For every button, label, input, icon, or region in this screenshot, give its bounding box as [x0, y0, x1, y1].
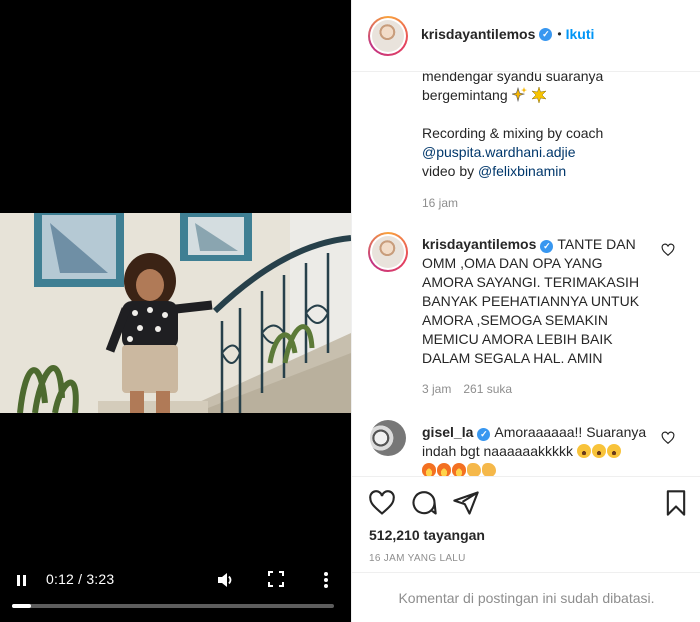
author-avatar[interactable]: [368, 16, 408, 56]
pause-icon[interactable]: [10, 570, 32, 590]
author-username[interactable]: krisdayantilemos: [421, 26, 535, 42]
comment-item: krisdayantilemos ✓ TANTE DAN OMM ,OMA DAN …: [422, 235, 654, 368]
post-timestamp: 16 JAM YANG LALU: [369, 553, 466, 564]
astonished-face-icon: [576, 444, 591, 458]
heart-icon[interactable]: [661, 243, 675, 257]
mention-link[interactable]: @puspita.wardhani.adjie: [422, 143, 576, 162]
video-progress-bar[interactable]: [12, 604, 334, 608]
fullscreen-icon[interactable]: [266, 569, 286, 589]
comments-list[interactable]: mendengar syandu suaranya bergemintang R…: [352, 72, 700, 476]
caption-text: video by: [422, 163, 479, 179]
caption-line: mendengar syandu suaranya: [422, 72, 604, 84]
volume-icon[interactable]: [214, 569, 236, 591]
post-actions: 512,210 tayangan 16 JAM YANG LALU: [352, 476, 700, 572]
comments-disabled-notice: Komentar di postingan ini sudah dibatasi…: [352, 572, 700, 622]
clapping-hands-icon: [482, 463, 496, 476]
clapping-hands-icon: [467, 463, 481, 476]
fire-icon: [452, 463, 466, 476]
heart-icon[interactable]: [661, 431, 675, 445]
post-viewer: 0:12 / 3:23 krisdayantilemos ✓ • Ikuti m…: [0, 0, 700, 622]
separator-dot: •: [557, 27, 562, 41]
dizzy-star-icon: [531, 87, 548, 103]
verified-badge-icon: ✓: [540, 240, 554, 253]
bookmark-icon[interactable]: [662, 489, 690, 517]
verified-badge-icon: ✓: [539, 27, 553, 41]
caption-line: video by @felixbinamin: [422, 162, 566, 181]
video-player[interactable]: 0:12 / 3:23: [0, 0, 351, 622]
follow-button[interactable]: Ikuti: [566, 26, 595, 42]
video-still-image: [0, 213, 351, 413]
comment-likes[interactable]: 261 suka: [463, 382, 512, 396]
comment-item: gisel_la ✓ Amoraaaaaa!! Suaranya indah bgt…: [422, 423, 654, 476]
post-sidebar: krisdayantilemos ✓ • Ikuti mendengar sya…: [351, 0, 700, 622]
video-frame[interactable]: [0, 213, 351, 413]
comment-icon[interactable]: [410, 489, 438, 517]
comment-text: TANTE DAN OMM ,OMA DAN OPA YANG AMORA SA…: [422, 236, 640, 366]
comment-username[interactable]: krisdayantilemos: [422, 236, 536, 252]
commenter-avatar[interactable]: [368, 232, 408, 272]
share-icon[interactable]: [452, 489, 480, 517]
post-header: krisdayantilemos ✓ • Ikuti: [352, 0, 700, 72]
more-vertical-icon[interactable]: [316, 569, 336, 591]
fire-icon: [437, 463, 451, 476]
mention-link[interactable]: @felixbinamin: [478, 163, 566, 179]
view-count[interactable]: 512,210 tayangan: [369, 527, 485, 543]
caption-line: bergemintang: [422, 86, 548, 105]
video-progress-fill: [12, 604, 32, 608]
sparkles-icon: [511, 87, 527, 103]
astonished-face-icon: [591, 444, 606, 458]
commenter-avatar[interactable]: [370, 420, 406, 456]
comment-username[interactable]: gisel_la: [422, 424, 473, 440]
caption-text: bergemintang: [422, 87, 508, 103]
video-time: 0:12 / 3:23: [46, 571, 115, 587]
comment-meta: 3 jam 261 suka: [422, 382, 512, 396]
verified-badge-icon: ✓: [477, 428, 491, 441]
astonished-face-icon: [606, 444, 621, 458]
heart-icon[interactable]: [368, 489, 396, 517]
video-controls: 0:12 / 3:23: [0, 560, 351, 622]
comment-time[interactable]: 3 jam: [422, 382, 451, 396]
caption-time[interactable]: 16 jam: [422, 196, 458, 210]
caption-line: Recording & mixing by coach: [422, 125, 604, 141]
fire-icon: [422, 463, 436, 476]
